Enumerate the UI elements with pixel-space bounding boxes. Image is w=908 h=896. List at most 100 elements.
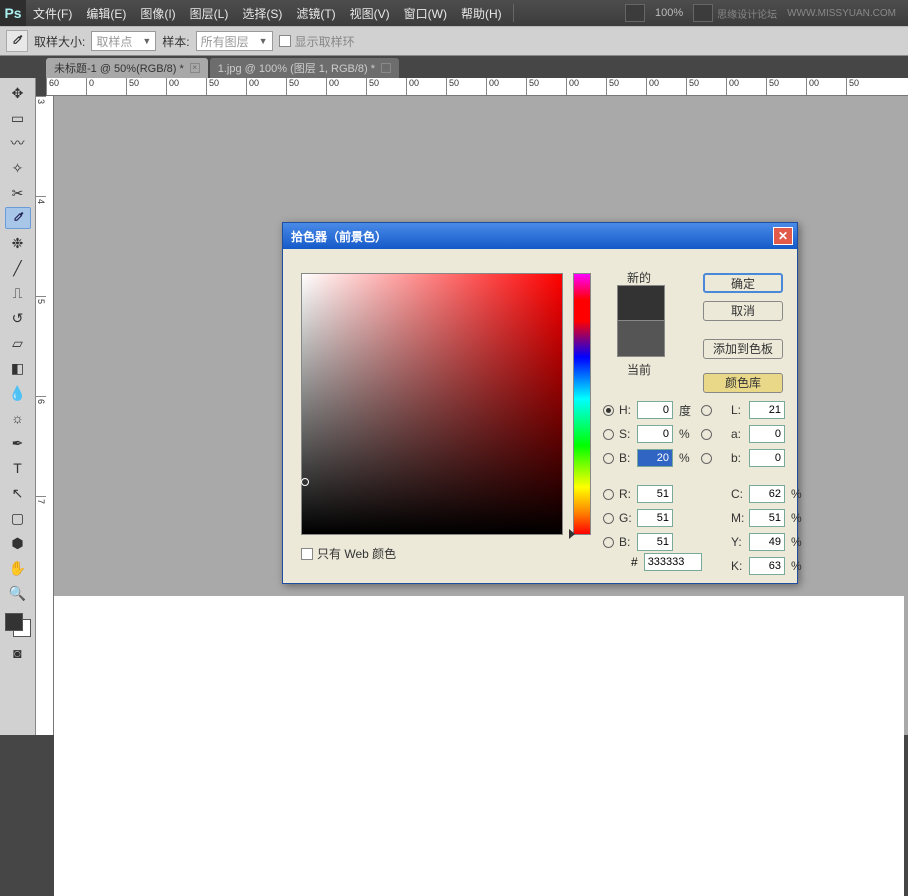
radio-b[interactable] [701,453,712,464]
input-y[interactable] [749,533,785,551]
document-tabs: 未标题-1 @ 50%(RGB/8) *× 1.jpg @ 100% (图层 1… [0,56,908,78]
radio-h[interactable] [603,405,614,416]
toolbox: ✥ ▭ 〰 ✧ ✂ ❉ ╱ ⎍ ↺ ▱ ◧ 💧 ☼ ✒ T ↖ ▢ ⬢ ✋ 🔍 … [0,78,36,735]
menu-window[interactable]: 窗口(W) [397,5,454,22]
saturation-value-field[interactable] [301,273,563,535]
pen-tool[interactable]: ✒ [5,432,31,454]
type-tool[interactable]: T [5,457,31,479]
menu-edit[interactable]: 编辑(E) [79,5,133,22]
input-b[interactable] [749,449,785,467]
input-c[interactable] [749,485,785,503]
document-canvas[interactable] [54,596,904,896]
hue-slider[interactable] [573,273,591,535]
unit-h: 度 [679,402,697,419]
input-m[interactable] [749,509,785,527]
input-bv[interactable] [637,449,673,467]
radio-g[interactable] [603,513,614,524]
shape-tool[interactable]: ▢ [5,507,31,529]
hand-tool[interactable]: ✋ [5,557,31,579]
fg-swatch[interactable] [5,613,23,631]
dialog-titlebar[interactable]: 拾色器（前景色） ✕ [283,223,797,249]
eyedropper-tool[interactable] [5,207,31,229]
crop-tool[interactable]: ✂ [5,182,31,204]
menu-file[interactable]: 文件(F) [26,5,79,22]
healing-tool[interactable]: ❉ [5,232,31,254]
label-a: a: [731,427,745,441]
cancel-button[interactable]: 取消 [703,301,783,321]
input-bb[interactable] [637,533,673,551]
show-ring-label: 显示取样环 [295,33,355,50]
label-r: R: [619,487,633,501]
menu-filter[interactable]: 滤镜(T) [289,5,342,22]
close-icon[interactable]: × [381,63,391,73]
new-color-label: 新的 [627,269,651,286]
screen-mode-icon[interactable] [693,4,713,22]
color-value-grid: H: 度 L: S: % a: B: % b: [603,401,809,575]
zoom-tool[interactable]: 🔍 [5,582,31,604]
options-bar: 取样大小: 取样点▼ 样本: 所有图层▼ 显示取样环 [0,26,908,56]
radio-bv[interactable] [603,453,614,464]
color-swatches[interactable] [3,611,33,639]
watermark-badge: 思缘设计论坛 [717,6,783,21]
close-icon[interactable]: ✕ [773,227,793,245]
path-select-tool[interactable]: ↖ [5,482,31,504]
gradient-tool[interactable]: ◧ [5,357,31,379]
radio-s[interactable] [603,429,614,440]
dodge-tool[interactable]: ☼ [5,407,31,429]
eyedropper-icon[interactable] [6,30,28,52]
move-tool[interactable]: ✥ [5,82,31,104]
current-color-label: 当前 [627,361,651,378]
menu-layer[interactable]: 图层(L) [183,5,236,22]
stamp-tool[interactable]: ⎍ [5,282,31,304]
unit-c: % [791,487,809,501]
history-brush-tool[interactable]: ↺ [5,307,31,329]
brush-tool[interactable]: ╱ [5,257,31,279]
input-s[interactable] [637,425,673,443]
layout-icon[interactable] [625,4,645,22]
menu-select[interactable]: 选择(S) [235,5,289,22]
color-picker-dialog: 拾色器（前景色） ✕ 新的 当前 确定 取消 添加到色板 颜色库 只有 Web … [282,222,798,584]
label-y: Y: [731,535,745,549]
label-l: L: [731,403,745,417]
input-h[interactable] [637,401,673,419]
3d-tool[interactable]: ⬢ [5,532,31,554]
input-g[interactable] [637,509,673,527]
color-library-button[interactable]: 颜色库 [703,373,783,393]
input-r[interactable] [637,485,673,503]
lasso-tool[interactable]: 〰 [5,132,31,154]
menu-view[interactable]: 视图(V) [343,5,397,22]
tab-1jpg[interactable]: 1.jpg @ 100% (图层 1, RGB/8) *× [210,58,399,78]
radio-a[interactable] [701,429,712,440]
unit-s: % [679,427,697,441]
web-colors-checkbox[interactable] [301,548,313,560]
dialog-title: 拾色器（前景色） [291,228,387,245]
unit-k: % [791,559,809,573]
zoom-level: 100% [649,7,689,19]
menu-image[interactable]: 图像(I) [133,5,182,22]
label-m: M: [731,511,745,525]
close-icon[interactable]: × [190,63,200,73]
unit-bv: % [679,451,697,465]
hex-label: # [631,555,638,569]
radio-r[interactable] [603,489,614,500]
quick-mask-icon[interactable]: ◙ [5,642,31,664]
menu-help[interactable]: 帮助(H) [454,5,509,22]
input-a[interactable] [749,425,785,443]
hue-pointer-icon [569,529,575,539]
label-k: K: [731,559,745,573]
sample-size-dropdown[interactable]: 取样点▼ [91,31,156,51]
input-hex[interactable] [644,553,702,571]
input-k[interactable] [749,557,785,575]
show-ring-checkbox[interactable] [279,35,291,47]
wand-tool[interactable]: ✧ [5,157,31,179]
radio-bb[interactable] [603,537,614,548]
ok-button[interactable]: 确定 [703,273,783,293]
marquee-tool[interactable]: ▭ [5,107,31,129]
eraser-tool[interactable]: ▱ [5,332,31,354]
add-swatch-button[interactable]: 添加到色板 [703,339,783,359]
sample-dropdown[interactable]: 所有图层▼ [196,31,273,51]
tab-untitled-1[interactable]: 未标题-1 @ 50%(RGB/8) *× [46,58,208,78]
radio-l[interactable] [701,405,712,416]
input-l[interactable] [749,401,785,419]
blur-tool[interactable]: 💧 [5,382,31,404]
